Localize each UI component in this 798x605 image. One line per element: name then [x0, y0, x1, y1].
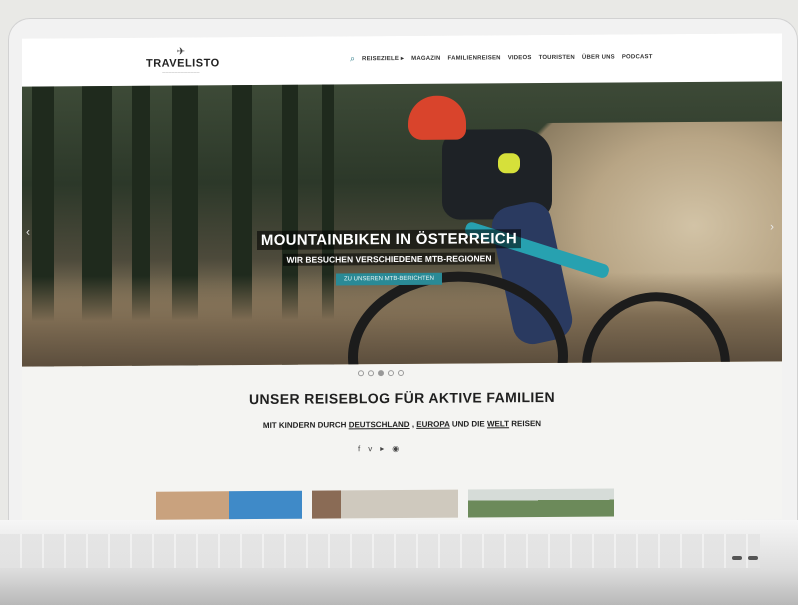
subtitle-mid: UND DIE — [451, 419, 487, 429]
slider-dots — [358, 369, 404, 377]
nav-item-magazin[interactable]: MAGAZIN — [411, 55, 440, 61]
slider-dot[interactable] — [368, 370, 374, 377]
slider-next-icon[interactable]: › — [770, 219, 774, 233]
laptop-ports — [732, 556, 758, 560]
logo-mark-icon: ✈ — [176, 46, 186, 58]
hero-slider: ‹ › MOUNTAINBIKEN IN ÖSTERREICH WIR BESU… — [22, 81, 782, 367]
youtube-icon[interactable]: ▸ — [380, 444, 384, 453]
post-thumbnail[interactable] — [156, 490, 302, 520]
link-deutschland[interactable]: DEUTSCHLAND — [349, 420, 410, 429]
link-welt[interactable]: WELT — [487, 419, 509, 428]
search-icon[interactable]: ⌕ — [350, 53, 355, 64]
subtitle-suffix: REISEN — [511, 419, 542, 429]
main-nav: ⌕ REISEZIELE ▸ MAGAZIN FAMILIENREISEN VI… — [350, 51, 653, 64]
post-thumbnail[interactable] — [468, 488, 614, 518]
port-icon — [732, 556, 742, 560]
post-thumbnails — [156, 488, 614, 520]
slider-dot-active[interactable] — [378, 370, 384, 377]
pinterest-icon[interactable]: ◉ — [392, 444, 399, 453]
site-header: ✈ TRAVELISTO ──────────── ⌕ REISEZIELE ▸… — [22, 33, 782, 87]
slider-dot[interactable] — [398, 369, 404, 377]
subtitle-prefix: MIT KINDERN DURCH — [262, 420, 349, 430]
vimeo-icon[interactable]: v — [368, 444, 372, 453]
nav-item-familienreisen[interactable]: FAMILIENREISEN — [448, 55, 501, 61]
slider-prev-icon[interactable]: ‹ — [26, 225, 30, 239]
facebook-icon[interactable]: f — [358, 444, 360, 453]
hero-headline: MOUNTAINBIKEN IN ÖSTERREICH — [256, 229, 522, 251]
site-logo[interactable]: ✈ TRAVELISTO ──────────── — [146, 46, 220, 75]
slider-dot[interactable] — [388, 370, 394, 377]
hero-cta-button[interactable]: ZU UNSEREN MTB-BERICHTEN — [335, 272, 442, 286]
keyboard — [0, 534, 760, 568]
nav-item-reiseziele[interactable]: REISEZIELE ▸ — [362, 55, 404, 62]
nav-item-touristen[interactable]: TOURISTEN — [539, 54, 575, 60]
hero-subline: WIR BESUCHEN VERSCHIEDENE MTB-REGIONEN — [282, 252, 496, 266]
logo-tagline: ──────────── — [162, 69, 200, 75]
nav-item-podcast[interactable]: PODCAST — [622, 54, 653, 60]
helmet-image — [408, 95, 466, 140]
glove-image — [498, 153, 520, 174]
social-links: f v ▸ ◉ — [358, 444, 399, 453]
section-subtitle: MIT KINDERN DURCH DEUTSCHLAND , EUROPA U… — [22, 417, 782, 431]
nav-item-ueber-uns[interactable]: ÜBER UNS — [582, 54, 615, 60]
browser-screen: ✈ TRAVELISTO ──────────── ⌕ REISEZIELE ▸… — [22, 33, 782, 525]
slider-dot[interactable] — [358, 370, 364, 377]
nav-item-videos[interactable]: VIDEOS — [508, 55, 532, 61]
logo-text: TRAVELISTO — [146, 57, 220, 70]
post-thumbnail[interactable] — [312, 489, 458, 519]
link-europa[interactable]: EUROPA — [416, 420, 449, 429]
hero-caption: MOUNTAINBIKEN IN ÖSTERREICH WIR BESUCHEN… — [254, 229, 524, 286]
port-icon — [748, 556, 758, 560]
section-title: UNSER REISEBLOG FÜR AKTIVE FAMILIEN — [249, 388, 555, 408]
